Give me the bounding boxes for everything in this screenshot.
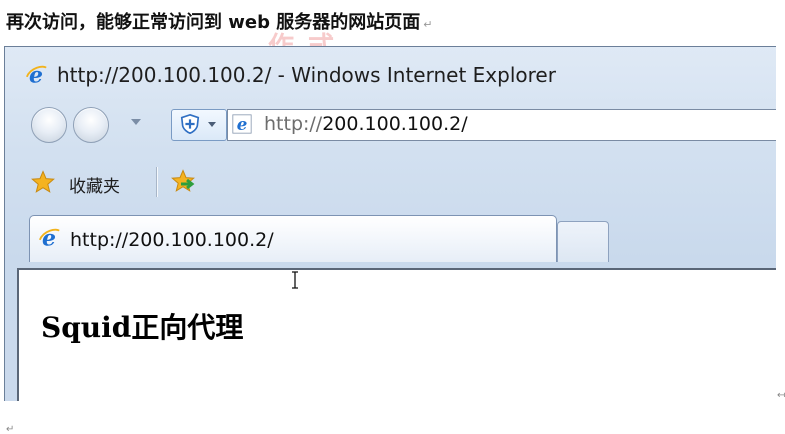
address-bar[interactable]: e http://200.100.100.2/ bbox=[227, 109, 776, 141]
tab-active[interactable]: e http://200.100.100.2/ bbox=[29, 215, 557, 262]
ie-logo-icon: e bbox=[25, 64, 47, 86]
compatibility-view-button[interactable] bbox=[171, 109, 227, 141]
favorites-divider bbox=[156, 167, 157, 197]
new-tab-button[interactable] bbox=[557, 221, 609, 262]
screenshot-page: 再次访问，能够正常访问到 web 服务器的网站页面↵ 作式 e http://2… bbox=[0, 0, 785, 434]
page-heading: Squid正向代理 bbox=[41, 311, 244, 344]
favorites-bar: 收藏夹 bbox=[5, 161, 776, 201]
page-content: Squid正向代理 bbox=[17, 268, 776, 401]
document-caption: 再次访问，能够正常访问到 web 服务器的网站页面 ↵ bbox=[6, 8, 432, 34]
stray-mark-right: ↤ bbox=[777, 390, 785, 401]
address-scheme: http:// bbox=[264, 113, 323, 135]
stray-mark-bottom: ↵ bbox=[6, 424, 15, 434]
address-host: 200.100.100.2/ bbox=[322, 113, 468, 135]
add-favorite-icon[interactable] bbox=[169, 169, 199, 195]
history-dropdown-icon[interactable] bbox=[131, 119, 141, 125]
paragraph-mark: ↵ bbox=[423, 18, 433, 31]
compatibility-view-icon bbox=[180, 113, 200, 135]
tab-ie-icon: e bbox=[38, 227, 60, 249]
caption-text: 再次访问，能够正常访问到 web 服务器的网站页面 bbox=[6, 12, 421, 33]
back-button[interactable] bbox=[31, 107, 67, 143]
address-url[interactable]: http://200.100.100.2/ bbox=[264, 113, 468, 135]
text-cursor-icon bbox=[292, 271, 298, 289]
tab-label: http://200.100.100.2/ bbox=[70, 229, 274, 251]
page-ie-icon: e bbox=[232, 114, 252, 134]
compat-dropdown-icon bbox=[208, 122, 216, 127]
navigation-bar: e http://200.100.100.2/ bbox=[5, 103, 776, 147]
window-title: http://200.100.100.2/ - Windows Internet… bbox=[57, 63, 556, 87]
favorites-star-icon[interactable] bbox=[31, 170, 55, 194]
favorites-button[interactable]: 收藏夹 bbox=[69, 172, 120, 197]
ie-browser-window: e http://200.100.100.2/ - Windows Intern… bbox=[4, 46, 776, 401]
svg-text:e: e bbox=[237, 114, 248, 134]
tab-strip: e http://200.100.100.2/ bbox=[5, 213, 776, 269]
title-bar: e http://200.100.100.2/ - Windows Intern… bbox=[5, 47, 776, 99]
forward-button[interactable] bbox=[73, 107, 109, 143]
